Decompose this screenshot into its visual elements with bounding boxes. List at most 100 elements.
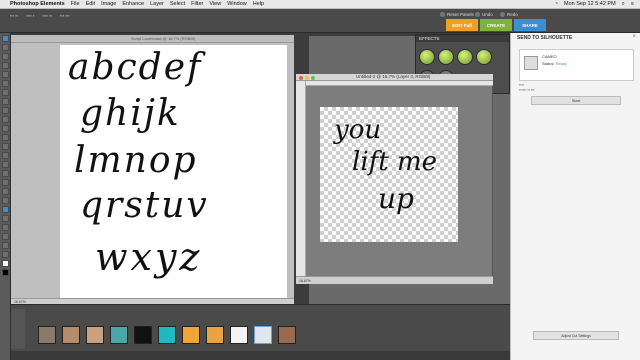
hand-tool-icon[interactable] [2, 53, 9, 60]
document1-titlebar[interactable]: Script Lowercase @ 16.7% (RGB/8) [11, 35, 294, 43]
search-icon[interactable]: ⌕ [622, 1, 625, 8]
minimize-icon[interactable] [305, 75, 309, 80]
type-tool-icon[interactable] [2, 107, 9, 114]
option-3[interactable]: ▪▪▪▪ ▪▪ [42, 13, 52, 18]
photo-bin-thumbnail[interactable] [206, 326, 224, 344]
spot-healing-tool-icon[interactable] [2, 152, 9, 159]
letters-row-2: ghijk [80, 93, 181, 134]
eraser-tool-icon[interactable] [2, 170, 9, 177]
option-1[interactable]: ▪▪▪ ▪▪ [10, 13, 18, 18]
reset-panels-button[interactable]: Reset Panels [440, 11, 474, 18]
photo-bin-thumbnail[interactable] [254, 326, 272, 344]
wifi-icon[interactable]: ◔ [555, 1, 558, 7]
foreground-color-icon[interactable] [2, 260, 9, 267]
edit-mode-button[interactable]: EDIT Full [446, 19, 478, 31]
photo-bin-thumbnail[interactable] [38, 326, 56, 344]
photo-bin-toolbar [11, 351, 510, 360]
close-icon[interactable] [299, 75, 303, 80]
magic-wand-tool-icon[interactable] [2, 89, 9, 96]
undo-icon [475, 12, 480, 17]
paint-bucket-tool-icon[interactable] [2, 206, 9, 213]
cookie-cutter-tool-icon[interactable] [2, 125, 9, 132]
device-status-label: Status: [542, 61, 555, 66]
photo-bin-thumbnail[interactable] [110, 326, 128, 344]
close-icon[interactable]: × [632, 34, 636, 40]
zoom-tool-icon[interactable] [2, 44, 9, 51]
clone-stamp-tool-icon[interactable] [2, 161, 9, 168]
photo-bin-thumbnail[interactable] [158, 326, 176, 344]
photo-bin-thumbnail[interactable] [86, 326, 104, 344]
photo-bin-thumbnail[interactable] [62, 326, 80, 344]
shape-tool-icon[interactable] [2, 224, 9, 231]
move-tool-icon[interactable] [2, 35, 9, 42]
list-icon[interactable]: ≡ [631, 1, 634, 7]
menu-filter[interactable]: Filter [191, 1, 203, 7]
effect-thumbnail[interactable] [419, 49, 435, 65]
letters-row-3: lmnop [74, 140, 198, 181]
red-eye-tool-icon[interactable] [2, 143, 9, 150]
adjust-cut-settings-button[interactable]: Adjust Cut Settings [533, 331, 619, 340]
silhouette-device-card[interactable]: CAMEO Status: Ready [519, 49, 634, 81]
lasso-tool-icon[interactable] [2, 80, 9, 87]
blur-tool-icon[interactable] [2, 233, 9, 240]
document2-zoom[interactable]: 16.67% [299, 279, 311, 283]
menu-edit[interactable]: Edit [86, 1, 95, 7]
send-to-silhouette-panel: SEND TO SILHOUETTE × CAMEO Status: Ready… [510, 33, 640, 360]
document2-title: Untitled-2 @ 16.7% (Layer 3, RGB/8) [356, 74, 431, 79]
document2-titlebar[interactable]: Untitled-2 @ 16.7% (Layer 3, RGB/8) [296, 74, 493, 81]
sponge-tool-icon[interactable] [2, 242, 9, 249]
vertical-ruler [296, 81, 306, 276]
maximize-icon[interactable] [311, 75, 315, 80]
redo-button[interactable]: Redo [500, 11, 518, 18]
document1-canvas[interactable]: abcdef ghijk lmnop qrstuv wxyz [60, 45, 287, 299]
gradient-tool-icon[interactable] [2, 215, 9, 222]
menu-help[interactable]: Help [253, 1, 264, 7]
option-2[interactable]: ▪▪▪▪ ▪ [26, 13, 34, 18]
selection-brush-tool-icon[interactable] [2, 98, 9, 105]
photo-bin-thumbnail[interactable] [134, 326, 152, 344]
menu-file[interactable]: File [71, 1, 80, 7]
device-connection-info: ▪▪▪▪▪▪ ▪▪ ▪▪▪ [519, 88, 535, 92]
effect-thumbnail[interactable] [457, 49, 473, 65]
letters-row-5: wxyz [95, 235, 203, 279]
photo-bin-menu[interactable] [11, 309, 25, 349]
smart-brush-tool-icon[interactable] [2, 197, 9, 204]
effects-panel-title: EFFECTS [416, 35, 509, 42]
menu-app-name[interactable]: Photoshop Elements [10, 1, 65, 7]
share-mode-button[interactable]: SHARE [514, 19, 546, 31]
menu-select[interactable]: Select [170, 1, 185, 7]
color-swatch-icon[interactable] [2, 251, 9, 258]
clock[interactable]: Mon Sep 12 5:42 PM [564, 1, 616, 7]
menu-window[interactable]: Window [227, 1, 247, 7]
canvas-text-line-1: you [334, 115, 382, 145]
menu-image[interactable]: Image [101, 1, 116, 7]
background-color-icon[interactable] [2, 269, 9, 276]
crop-tool-icon[interactable] [2, 116, 9, 123]
tools-panel [0, 33, 11, 360]
menu-view[interactable]: View [209, 1, 221, 7]
effect-thumbnail[interactable] [438, 49, 454, 65]
canvas-text-line-2: lift me [352, 147, 438, 177]
create-mode-button[interactable]: CREATE [480, 19, 512, 31]
photo-bin-thumbnail[interactable] [278, 326, 296, 344]
undo-button[interactable]: Undo [475, 11, 493, 18]
brush-tool-icon[interactable] [2, 188, 9, 195]
pencil-tool-icon[interactable] [2, 179, 9, 186]
device-status: Status: Ready [542, 61, 567, 66]
document2-canvas[interactable]: you lift me up [320, 107, 458, 242]
device-info: ▪▪▪▪ [519, 83, 524, 87]
marquee-tool-icon[interactable] [2, 71, 9, 78]
device-name: CAMEO [542, 54, 557, 59]
photo-bin-thumbnail[interactable] [182, 326, 200, 344]
effect-thumbnail[interactable] [476, 49, 492, 65]
reset-icon [440, 12, 445, 17]
menu-enhance[interactable]: Enhance [122, 1, 144, 7]
option-4[interactable]: ▪▪▪ ▪▪▪ [60, 13, 70, 18]
letters-row-1: abcdef [68, 47, 203, 88]
canvas-text-line-3: up [378, 182, 414, 215]
start-button[interactable]: Start [531, 96, 621, 105]
menu-layer[interactable]: Layer [150, 1, 164, 7]
straighten-tool-icon[interactable] [2, 134, 9, 141]
photo-bin-thumbnail[interactable] [230, 326, 248, 344]
eyedropper-tool-icon[interactable] [2, 62, 9, 69]
